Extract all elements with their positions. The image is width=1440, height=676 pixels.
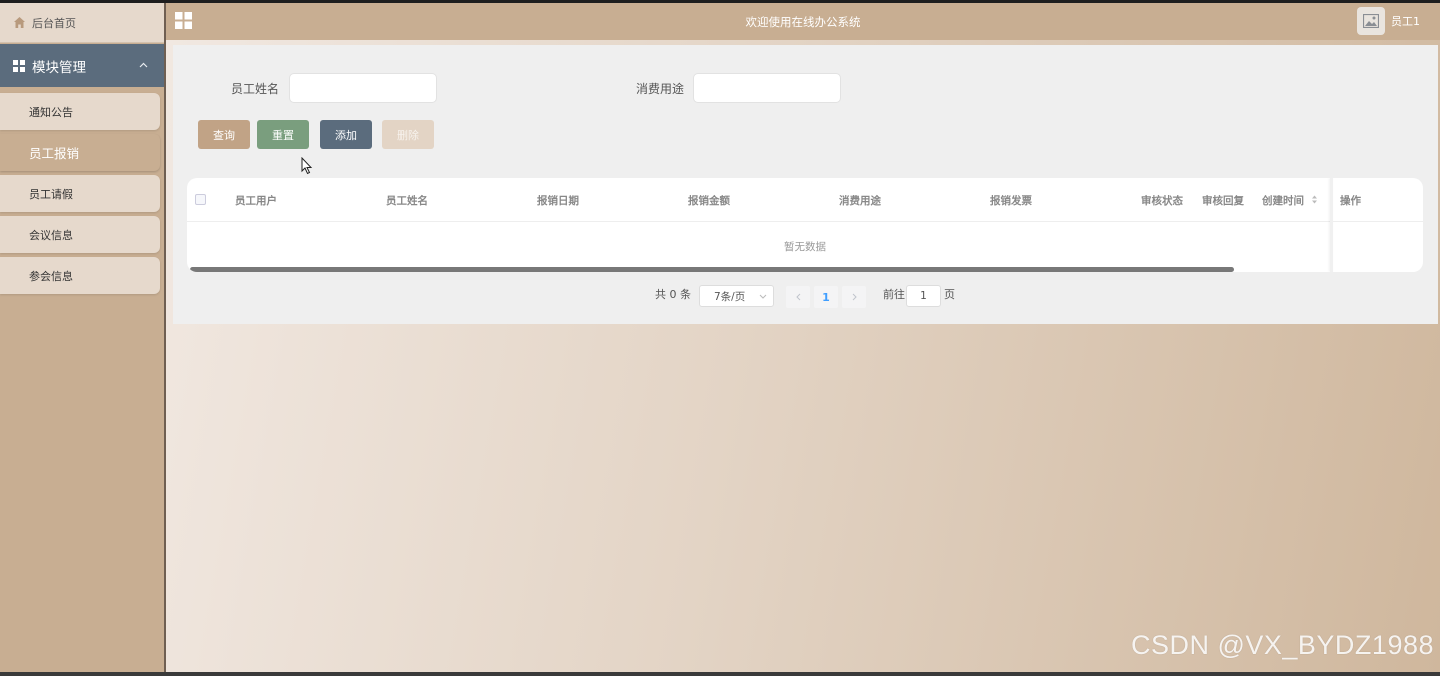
column-header: 审核状态 xyxy=(1141,195,1183,207)
avatar[interactable] xyxy=(1357,7,1385,35)
sidebar-item-leave[interactable]: 员工请假 xyxy=(0,175,160,212)
chevron-right-icon xyxy=(852,293,857,301)
sidebar-module-header[interactable]: 模块管理 xyxy=(0,44,164,87)
pagination-total: 共 0 条 xyxy=(655,288,691,301)
column-header-label: 创建时间 xyxy=(1262,195,1304,207)
image-icon xyxy=(1363,14,1379,28)
empty-table-message: 暂无数据 xyxy=(784,241,826,253)
column-header: 员工用户 xyxy=(235,195,277,207)
sidebar-module-label: 模块管理 xyxy=(32,59,86,76)
watermark: CSDN @VX_BYDZ1988 xyxy=(1130,630,1434,660)
table-header: 员工用户 员工姓名 报销日期 报销金额 消费用途 报销发票 审核状态 审核回复 … xyxy=(187,178,1423,222)
purpose-field-label: 消费用途 xyxy=(636,82,685,96)
main-area: 员工姓名 消费用途 查询 重置 添加 删除 员工用户 员工姓名 报销日期 报销金… xyxy=(166,40,1440,672)
horizontal-scrollbar[interactable] xyxy=(190,267,1234,272)
top-header: 欢迎使用在线办公系统 员工1 xyxy=(166,3,1440,40)
column-header: 审核回复 xyxy=(1202,195,1244,207)
goto-page-input[interactable]: 1 xyxy=(906,285,941,307)
name-field-label: 员工姓名 xyxy=(231,82,280,96)
sidebar-home-label: 后台首页 xyxy=(32,16,76,30)
sidebar-item-notice[interactable]: 通知公告 xyxy=(0,93,160,130)
sidebar-item-meeting[interactable]: 会议信息 xyxy=(0,216,160,253)
sort-icon[interactable] xyxy=(1311,195,1318,204)
column-header: 员工姓名 xyxy=(386,195,428,207)
sidebar: 后台首页 模块管理 通知公告 员工报销 员工请假 会议信息 参会信息 xyxy=(0,3,164,672)
column-header: 报销金额 xyxy=(688,195,730,207)
sidebar-item-label: 会议信息 xyxy=(29,228,73,242)
user-menu[interactable]: 员工1 xyxy=(1357,7,1420,35)
sidebar-item-attendance[interactable]: 参会信息 xyxy=(0,257,160,294)
column-header: 报销日期 xyxy=(537,195,579,207)
sidebar-item-label: 员工请假 xyxy=(29,187,73,201)
page-size-value: 7条/页 xyxy=(714,290,746,303)
select-all-checkbox[interactable] xyxy=(195,194,206,205)
column-header: 消费用途 xyxy=(839,195,881,207)
chevron-down-icon xyxy=(759,294,767,299)
purpose-search-input[interactable] xyxy=(693,73,841,103)
column-header: 操作 xyxy=(1340,195,1361,207)
chevron-up-icon[interactable] xyxy=(139,58,148,71)
delete-button[interactable]: 删除 xyxy=(382,120,434,149)
query-button[interactable]: 查询 xyxy=(198,120,250,149)
prev-page-button[interactable] xyxy=(786,286,810,308)
page-size-select[interactable]: 7条/页 xyxy=(699,285,774,307)
next-page-button[interactable] xyxy=(842,286,866,308)
window-bottom-border xyxy=(0,672,1440,676)
goto-prefix: 前往 xyxy=(883,288,905,301)
chevron-left-icon xyxy=(795,293,800,301)
column-header-created[interactable]: 创建时间 xyxy=(1262,193,1318,208)
mouse-cursor-icon xyxy=(301,157,313,175)
page-number-current[interactable]: 1 xyxy=(814,286,838,308)
sidebar-item-reimbursement[interactable]: 员工报销 xyxy=(0,134,160,171)
sidebar-submenu: 通知公告 员工报销 员工请假 会议信息 参会信息 xyxy=(0,87,164,294)
sidebar-item-label: 参会信息 xyxy=(29,269,73,283)
data-table: 员工用户 员工姓名 报销日期 报销金额 消费用途 报销发票 审核状态 审核回复 … xyxy=(187,178,1423,272)
page-title: 欢迎使用在线办公系统 xyxy=(745,15,861,29)
user-name: 员工1 xyxy=(1391,15,1420,28)
sidebar-item-label: 员工报销 xyxy=(29,146,80,161)
add-button[interactable]: 添加 xyxy=(320,120,372,149)
home-icon xyxy=(13,16,26,29)
grid-icon xyxy=(13,59,25,72)
content-panel: 员工姓名 消费用途 查询 重置 添加 删除 员工用户 员工姓名 报销日期 报销金… xyxy=(173,45,1438,324)
goto-suffix: 页 xyxy=(944,288,955,301)
sidebar-item-label: 通知公告 xyxy=(29,105,73,119)
reset-button[interactable]: 重置 xyxy=(257,120,309,149)
fixed-column-shadow xyxy=(1330,178,1333,272)
name-search-input[interactable] xyxy=(289,73,437,103)
column-header: 报销发票 xyxy=(990,195,1032,207)
sidebar-home[interactable]: 后台首页 xyxy=(0,3,164,43)
